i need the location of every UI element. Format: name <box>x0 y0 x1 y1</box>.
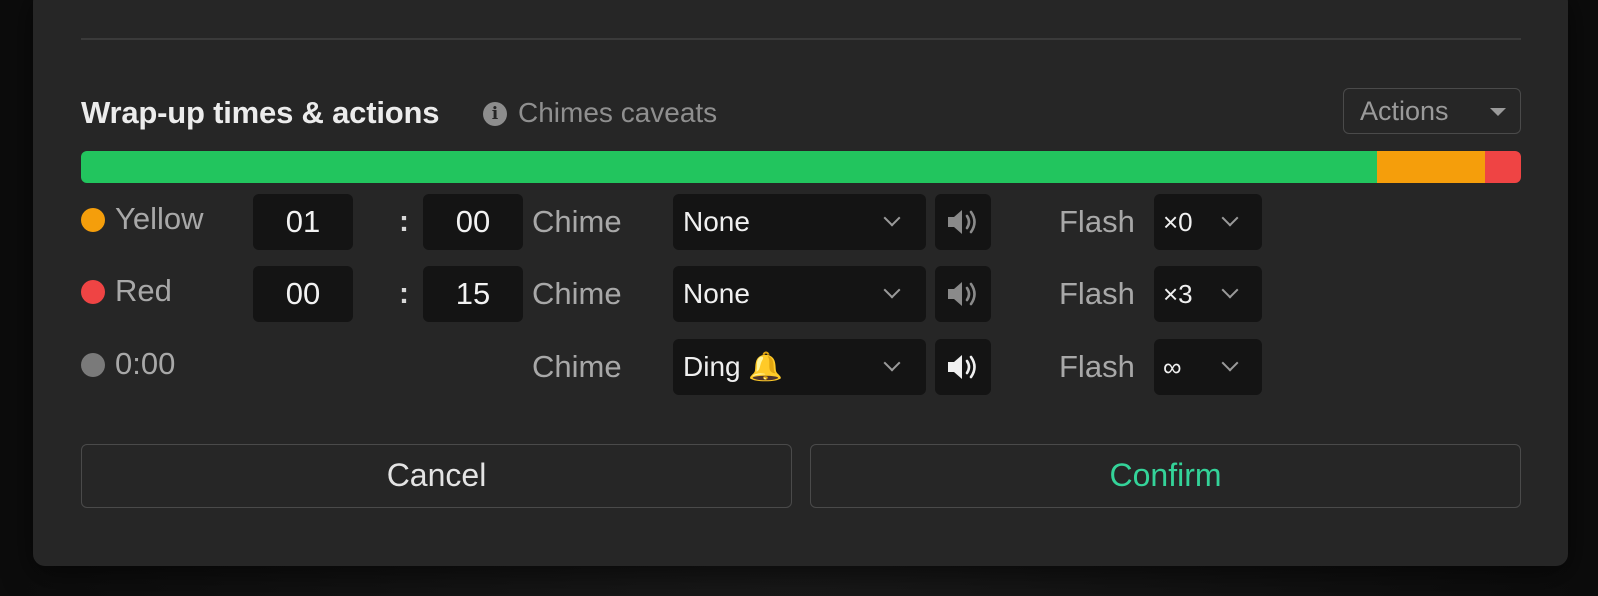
chime-select-value: None <box>683 206 750 237</box>
chevron-down-icon <box>1221 209 1239 227</box>
speaker-icon <box>948 282 976 306</box>
flash-select[interactable]: ×0 <box>1154 194 1262 250</box>
row-label: Yellow <box>115 201 204 236</box>
speaker-icon <box>948 210 976 234</box>
section-header: Wrap-up times & actions i Chimes caveats… <box>81 88 1521 138</box>
flash-select-value: ×3 <box>1163 279 1193 309</box>
chime-select-value: Ding 🔔 <box>683 351 784 382</box>
chevron-down-icon <box>883 281 901 299</box>
flash-select-value: ×0 <box>1163 207 1193 237</box>
gray-dot-icon <box>81 353 105 377</box>
timeline-bar <box>81 151 1521 183</box>
chevron-down-icon <box>883 354 901 372</box>
threshold-row-zero: 0:00 Chime Ding 🔔 Flash ∞ <box>81 339 1521 395</box>
time-separator: : <box>399 205 409 238</box>
chime-label: Chime <box>532 276 622 311</box>
preview-chime-button[interactable] <box>935 339 991 395</box>
caret-down-icon <box>1490 108 1506 116</box>
yellow-dot-icon <box>81 208 105 232</box>
chime-select[interactable]: Ding 🔔 <box>673 339 926 395</box>
timeline-segment-green <box>81 151 1377 183</box>
flash-label: Flash <box>1059 349 1135 384</box>
flash-label: Flash <box>1059 204 1135 239</box>
chimes-caveats-link[interactable]: Chimes caveats <box>518 88 717 138</box>
flash-select[interactable]: ∞ <box>1154 339 1262 395</box>
chevron-down-icon <box>883 209 901 227</box>
chime-select-value: None <box>683 278 750 309</box>
flash-label: Flash <box>1059 276 1135 311</box>
preview-chime-button[interactable] <box>935 194 991 250</box>
chevron-down-icon <box>1221 281 1239 299</box>
seconds-input[interactable]: 15 <box>423 266 523 322</box>
chime-select[interactable]: None <box>673 266 926 322</box>
wrap-up-modal: Wrap-up times & actions i Chimes caveats… <box>33 0 1568 566</box>
flash-select[interactable]: ×3 <box>1154 266 1262 322</box>
chime-label: Chime <box>532 349 622 384</box>
confirm-button[interactable]: Confirm <box>810 444 1521 508</box>
chime-select[interactable]: None <box>673 194 926 250</box>
section-title: Wrap-up times & actions <box>81 95 440 130</box>
row-label: Red <box>115 273 172 308</box>
speaker-icon <box>948 355 976 379</box>
cancel-button[interactable]: Cancel <box>81 444 792 508</box>
chevron-down-icon <box>1221 354 1239 372</box>
minutes-input[interactable]: 01 <box>253 194 353 250</box>
chime-label: Chime <box>532 204 622 239</box>
flash-select-value: ∞ <box>1163 352 1182 382</box>
actions-dropdown-label: Actions <box>1360 96 1449 126</box>
actions-dropdown[interactable]: Actions <box>1343 88 1521 134</box>
row-label: 0:00 <box>115 346 176 381</box>
timeline-segment-yellow <box>1376 151 1485 183</box>
minutes-input[interactable]: 00 <box>253 266 353 322</box>
time-separator: : <box>399 277 409 310</box>
red-dot-icon <box>81 280 105 304</box>
seconds-input[interactable]: 00 <box>423 194 523 250</box>
threshold-row-red: Red 00 : 15 Chime None Flash ×3 <box>81 266 1521 322</box>
timeline-segment-red <box>1484 151 1521 183</box>
info-icon[interactable]: i <box>483 102 507 126</box>
section-divider <box>81 38 1521 40</box>
threshold-row-yellow: Yellow 01 : 00 Chime None Flash ×0 <box>81 194 1521 250</box>
preview-chime-button[interactable] <box>935 266 991 322</box>
